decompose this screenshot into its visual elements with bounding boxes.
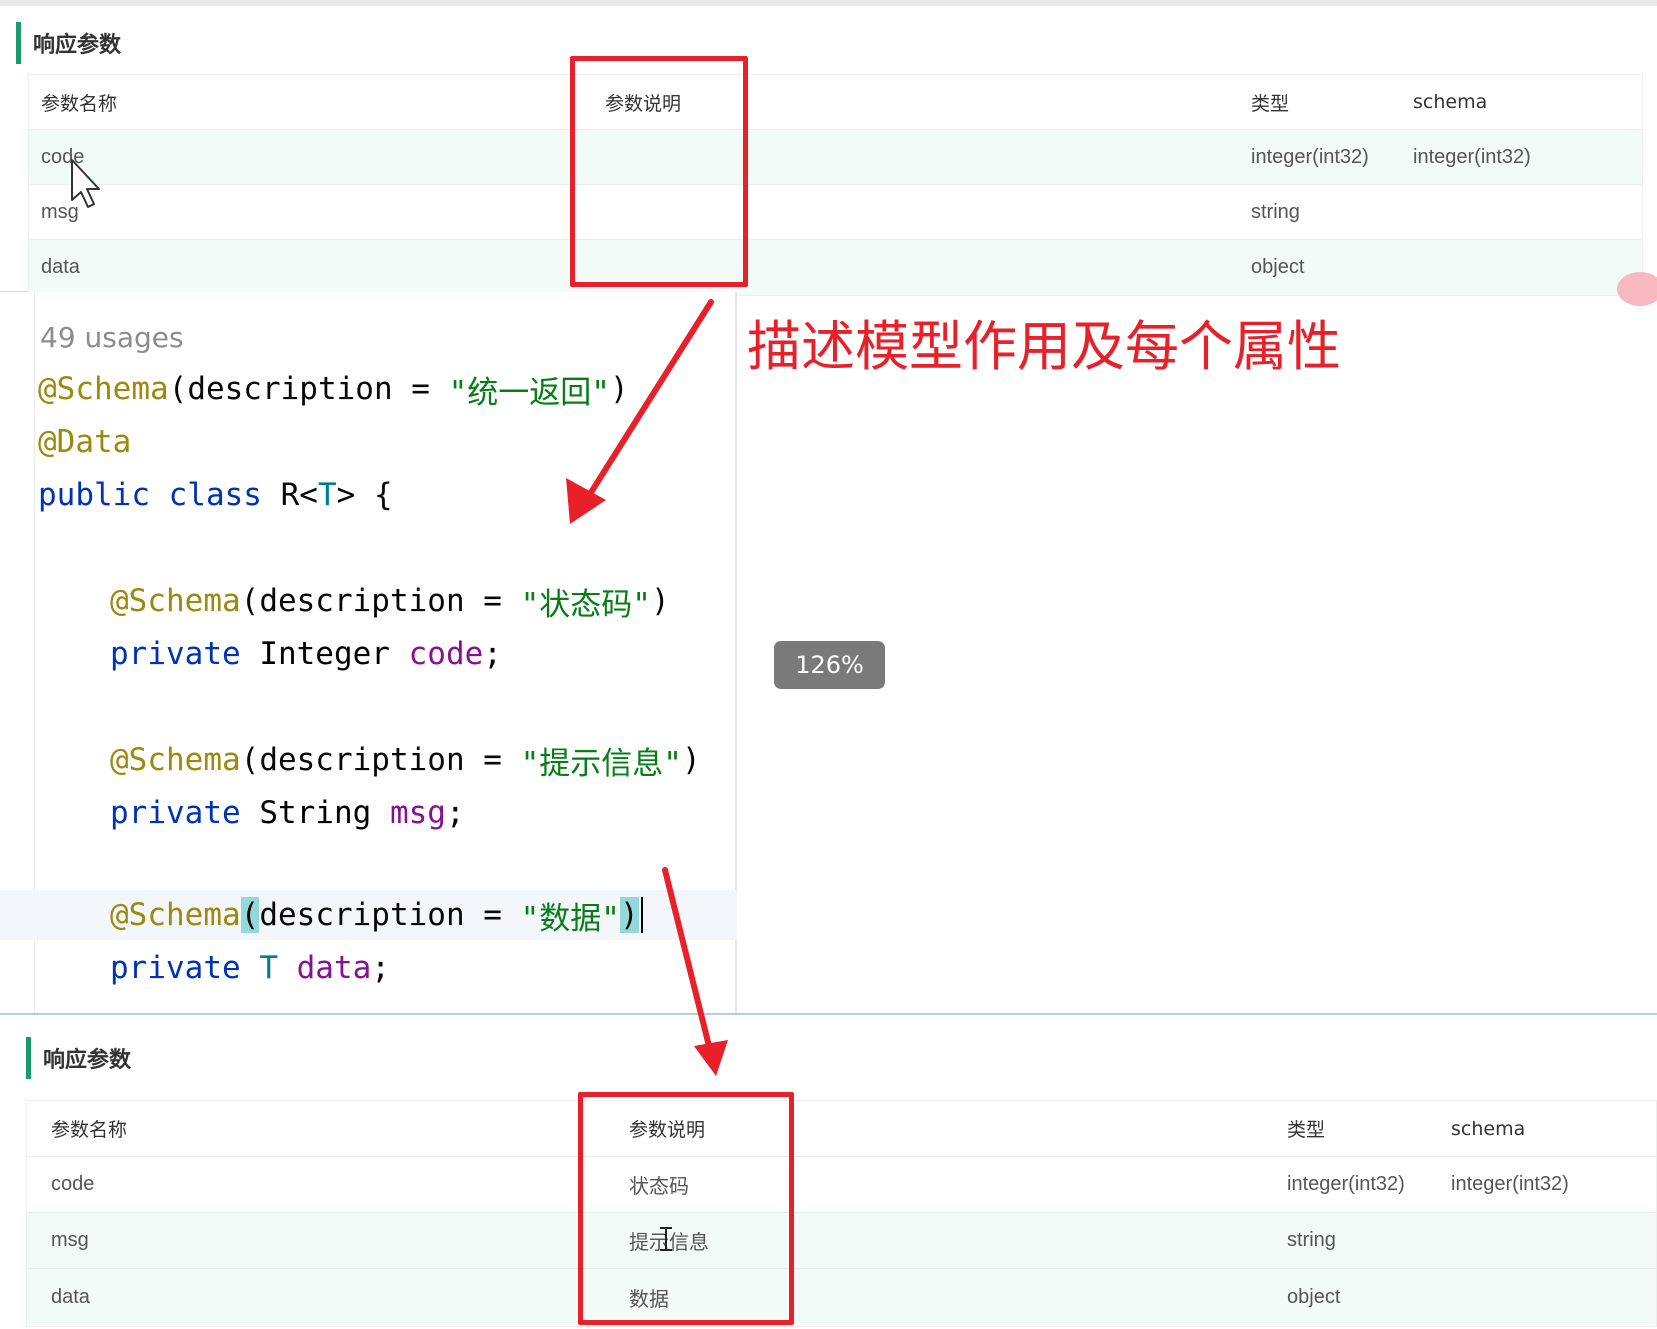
bottom-params-table: 参数名称 参数说明 类型 schema code 状态码 integer(int… [26, 1100, 1657, 1327]
code-line[interactable]: @Schema (description = "提示信息") [0, 735, 737, 785]
code-token: (description = [240, 742, 521, 778]
type-token: Integer [259, 636, 409, 672]
top-desc-highlight-box [570, 56, 748, 287]
string-token: "统一返回" [448, 374, 610, 411]
code-token: ; [483, 636, 502, 672]
code-token: ; [445, 795, 465, 831]
annotation-token: @Schema [110, 583, 241, 619]
title-accent-bar [26, 1037, 31, 1079]
bottom-desc-highlight-box [578, 1092, 794, 1325]
header-param-type: 类型 [1287, 1119, 1326, 1141]
cell-param-type: string [1251, 200, 1300, 223]
code-token: (description = [240, 583, 521, 619]
class-token: R< [280, 477, 318, 513]
code-line[interactable]: public class R< T > { [0, 470, 737, 520]
keyword-token: private [110, 950, 260, 986]
code-token: ) [681, 742, 701, 778]
annotation-token: @Data [38, 424, 132, 460]
annotation-token: @Schema [110, 742, 241, 778]
bottom-section-title-text: 响应参数 [43, 1048, 132, 1073]
cell-param-type: object [1251, 256, 1305, 278]
annotation-caption: 描述模型作用及每个属性 [747, 315, 1341, 378]
code-editor[interactable]: 49 usages @Schema (description = "统一返回") … [0, 292, 737, 1013]
keyword-token: private [110, 795, 260, 831]
cell-param-name: code [41, 145, 85, 168]
annotation-token: @Schema [110, 897, 241, 933]
code-line[interactable]: @Schema (description = "状态码") [0, 576, 737, 626]
code-token: ) [609, 371, 629, 407]
field-token: data [296, 950, 372, 986]
cell-param-schema: integer(int32) [1413, 145, 1531, 168]
generic-token: T [259, 950, 297, 986]
text-caret [640, 897, 643, 933]
table-row[interactable]: msg 提示信息 string [27, 1213, 1656, 1269]
cell-param-name: data [41, 256, 80, 278]
matched-brace-token: ( [240, 897, 260, 933]
field-token: msg [389, 795, 446, 831]
floating-widget-dot[interactable] [1617, 272, 1657, 306]
cell-param-type: integer(int32) [1251, 145, 1369, 168]
cell-param-schema: integer(int32) [1451, 1173, 1569, 1195]
cell-param-name: data [51, 1285, 90, 1308]
usages-text[interactable]: 49 usages [40, 321, 184, 354]
header-param-name: 参数名称 [51, 1119, 128, 1141]
cell-param-name: msg [51, 1229, 89, 1251]
top-section-title-text: 响应参数 [33, 33, 122, 58]
table-header-row: 参数名称 参数说明 类型 schema [29, 75, 1642, 130]
table-row[interactable]: data 数据 object [27, 1269, 1656, 1325]
bottom-response-params-panel: 响应参数 参数名称 参数说明 类型 schema code 状态码 intege… [0, 1013, 1657, 1329]
code-line[interactable]: private Integer code; [0, 629, 737, 679]
table-row[interactable]: code integer(int32) integer(int32) [29, 130, 1642, 185]
title-accent-bar [16, 22, 21, 64]
code-token: ) [650, 583, 670, 619]
keyword-token: public class [38, 477, 281, 513]
code-token: (description = [168, 371, 449, 407]
cell-param-name: msg [41, 200, 79, 223]
header-param-schema: schema [1451, 1117, 1526, 1140]
code-line[interactable]: @Schema (description = "统一返回") [0, 364, 737, 414]
code-line[interactable]: private String msg; [0, 788, 737, 838]
cell-param-type: integer(int32) [1287, 1173, 1405, 1195]
header-param-name: 参数名称 [41, 92, 118, 115]
matched-brace-token: ) [619, 897, 639, 933]
table-header-row: 参数名称 参数说明 类型 schema [27, 1101, 1656, 1157]
code-usages-hint[interactable]: 49 usages [0, 312, 737, 362]
cell-param-type: string [1287, 1229, 1336, 1251]
table-row[interactable]: code 状态码 integer(int32) integer(int32) [27, 1157, 1656, 1213]
annotation-token: @Schema [38, 371, 169, 407]
top-section-title: 响应参数 [16, 22, 121, 64]
code-token: description = [259, 897, 521, 933]
zoom-level-badge: 126% [774, 641, 885, 689]
type-token: String [259, 795, 390, 831]
bottom-section-title: 响应参数 [26, 1037, 131, 1079]
code-token: ; [371, 950, 390, 986]
table-row[interactable]: msg string [29, 185, 1642, 240]
header-param-schema: schema [1413, 91, 1488, 113]
field-token: code [408, 636, 484, 672]
string-token: "提示信息" [520, 745, 682, 782]
header-param-type: 类型 [1251, 92, 1290, 115]
table-row[interactable]: data object [29, 240, 1642, 295]
string-token: "状态码" [520, 586, 651, 623]
code-line[interactable]: @Data [0, 417, 737, 467]
code-token: > { [336, 477, 393, 513]
cell-param-type: object [1287, 1285, 1341, 1308]
cell-param-name: code [51, 1173, 95, 1195]
code-line-current[interactable]: @Schema(description = "数据") [0, 890, 737, 940]
top-response-params-panel: 响应参数 参数名称 参数说明 类型 schema code integer(in… [0, 0, 1657, 296]
keyword-token: private [110, 636, 260, 672]
code-line[interactable]: private T data; [0, 943, 737, 993]
top-params-table: 参数名称 参数说明 类型 schema code integer(int32) … [28, 74, 1643, 296]
generic-token: T [317, 477, 337, 513]
string-token: "数据" [520, 900, 620, 937]
